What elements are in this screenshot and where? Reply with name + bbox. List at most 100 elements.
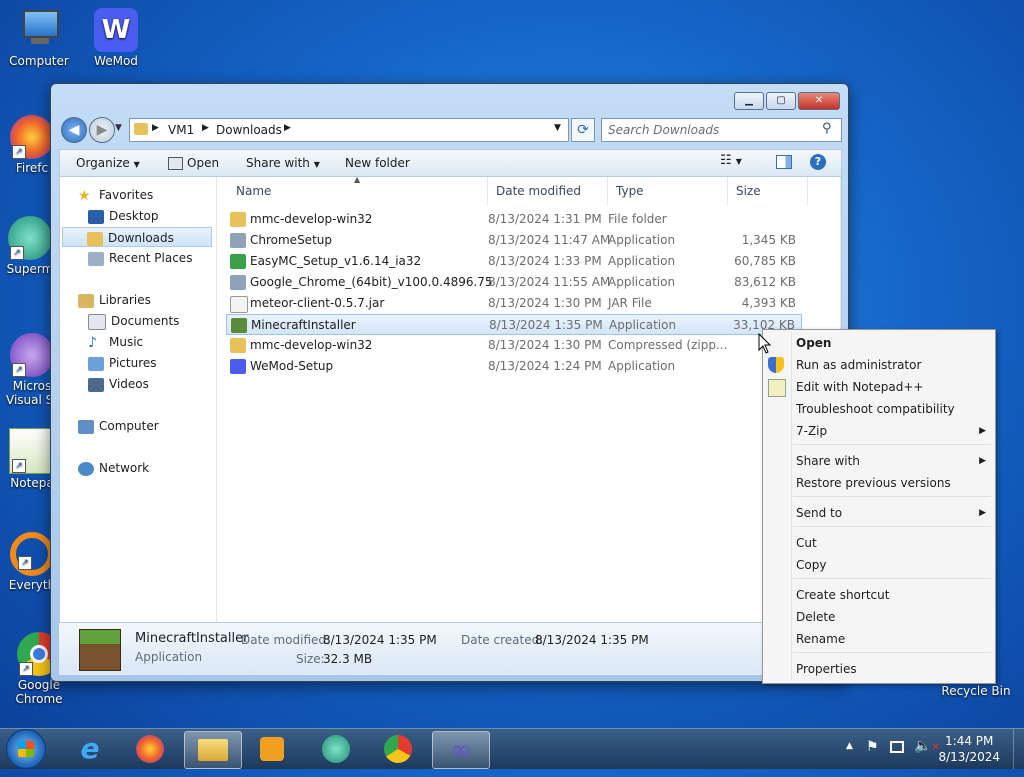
new-folder-button[interactable]: New folder (345, 156, 410, 170)
menu-item-properties[interactable]: Properties (796, 659, 986, 679)
file-date: 8/13/2024 11:55 AM (488, 275, 611, 289)
file-type: Application (608, 359, 676, 373)
menu-item-run-as-administrator[interactable]: Run as administrator (796, 355, 986, 375)
nav-desktop[interactable]: Desktop (88, 206, 159, 226)
chrome-icon (384, 735, 412, 763)
menu-item-copy[interactable]: Copy (796, 555, 986, 575)
show-desktop-button[interactable] (1013, 729, 1024, 769)
menu-item-create-shortcut[interactable]: Create shortcut (796, 585, 986, 605)
file-row[interactable]: mmc-develop-win32 8/13/2024 1:30 PM Compre… (226, 335, 802, 356)
back-button[interactable]: ◀ (61, 117, 87, 143)
navigation-bar: ◀ ▶ ▼ ▶ VM1 ▶ Downloads ▶ ▼ ⟳ Search Dow… (59, 116, 842, 143)
file-row[interactable]: Google_Chrome_(64bit)_v100.0.4896.75 8/13… (226, 272, 802, 293)
menu-item-send-to[interactable]: Send to ▶ (796, 503, 986, 523)
nav-network[interactable]: Network (78, 458, 149, 478)
clock-time: 1:44 PM (945, 734, 994, 748)
breadcrumb-separator: ▶ (202, 123, 209, 133)
search-input[interactable]: Search Downloads ⚲ (601, 118, 842, 142)
nav-recent-places[interactable]: Recent Places (88, 248, 192, 268)
organize-button[interactable]: Organize ▼ (76, 156, 140, 170)
breadcrumb-downloads[interactable]: Downloads (216, 123, 282, 137)
menu-item-rename[interactable]: Rename (796, 629, 986, 649)
file-icon (230, 296, 248, 313)
nav-label: Downloads (108, 231, 174, 245)
pictures-icon (88, 356, 104, 371)
menu-item-share-with[interactable]: Share with ▶ (796, 451, 986, 471)
start-button[interactable] (6, 729, 46, 769)
nav-music[interactable]: ♪ Music (88, 332, 143, 352)
column-label: Type (616, 184, 644, 198)
details-date-modified: 8/13/2024 1:35 PM (323, 633, 437, 647)
menu-item-open[interactable]: Open (796, 333, 986, 353)
menu-item-edit-with-notepad[interactable]: Edit with Notepad++ (796, 377, 986, 397)
nav-computer[interactable]: Computer (78, 416, 159, 436)
network-tray-icon[interactable] (890, 741, 904, 753)
videos-icon (88, 377, 104, 392)
wemod-icon: W (94, 8, 138, 52)
action-center-flag-icon[interactable]: ⚑ (866, 739, 879, 755)
refresh-button[interactable]: ⟳ (571, 118, 595, 142)
details-size: 32.3 MB (323, 652, 373, 666)
preview-pane-icon[interactable] (776, 155, 792, 169)
view-options-icon[interactable]: ☷ ▼ (720, 153, 742, 168)
taskbar-chrome[interactable] (370, 731, 426, 767)
folder-icon (134, 123, 148, 135)
nav-documents[interactable]: Documents (88, 311, 179, 331)
column-header-type[interactable]: Type (608, 177, 728, 205)
explorer-window: ▁ ▢ ✕ ◀ ▶ ▼ ▶ VM1 ▶ Downloads ▶ ▼ ⟳ Sear… (50, 83, 849, 682)
nav-pictures[interactable]: Pictures (88, 353, 157, 373)
close-button[interactable]: ✕ (798, 92, 840, 110)
breadcrumb-vm1[interactable]: VM1 (168, 123, 194, 137)
taskbar-wemod-helper[interactable]: ∞ (432, 731, 490, 769)
nav-downloads[interactable]: Downloads (62, 227, 212, 247)
menu-item-7zip[interactable]: 7-Zip ▶ (796, 421, 986, 441)
file-row[interactable]: meteor-client-0.5.7.jar 8/13/2024 1:30 PM… (226, 293, 802, 314)
taskbar-supermium[interactable] (308, 731, 364, 767)
nav-videos[interactable]: Videos (88, 374, 149, 394)
menu-item-restore-previous-versions[interactable]: Restore previous versions (796, 473, 986, 493)
folder-icon (230, 212, 246, 227)
file-row[interactable]: mmc-develop-win32 8/13/2024 1:31 PM File f… (226, 209, 802, 230)
menu-item-delete[interactable]: Delete (796, 607, 986, 627)
volume-muted-icon[interactable]: 🔈✕ (914, 738, 940, 754)
menu-item-troubleshoot-compatibility[interactable]: Troubleshoot compatibility (796, 399, 986, 419)
column-header-size[interactable]: Size (728, 177, 808, 205)
address-dropdown-button[interactable]: ▼ (554, 123, 561, 133)
file-size: 83,612 KB (734, 275, 796, 289)
column-label: Size (736, 184, 761, 198)
windows-logo-icon (18, 741, 34, 757)
menu-separator (793, 652, 991, 653)
taskbar-clock[interactable]: 1:44 PM 8/13/2024 (938, 733, 1000, 765)
libraries-icon (78, 293, 94, 308)
taskbar-internet-explorer[interactable]: e (62, 731, 118, 767)
file-row[interactable]: WeMod-Setup 8/13/2024 1:24 PM Application (226, 356, 802, 377)
taskbar-file-explorer[interactable] (184, 731, 242, 769)
organize-label: Organize (76, 156, 130, 170)
help-icon[interactable]: ? (810, 154, 826, 170)
navigation-pane: ★ Favorites Desktop Downloads Recent Plac… (60, 177, 217, 623)
file-row[interactable]: MinecraftInstaller 8/13/2024 1:35 PM Appli… (226, 314, 802, 335)
address-bar[interactable]: ▶ VM1 ▶ Downloads ▶ ▼ (129, 118, 569, 142)
menu-label: Send to (796, 506, 843, 520)
nav-favorites[interactable]: ★ Favorites (78, 185, 153, 205)
show-hidden-icons-button[interactable]: ▲ (846, 741, 853, 751)
forward-button[interactable]: ▶ (89, 117, 115, 143)
share-with-button[interactable]: Share with ▼ (246, 156, 320, 170)
maximize-button[interactable]: ▢ (766, 92, 796, 110)
file-size: 1,345 KB (741, 233, 796, 247)
column-header-date[interactable]: Date modified (488, 177, 608, 205)
computer-icon (78, 419, 94, 434)
open-button[interactable]: Open (168, 156, 219, 170)
file-size: 60,785 KB (734, 254, 796, 268)
nav-libraries[interactable]: Libraries (78, 290, 151, 310)
desktop-icon-wemod[interactable]: W WeMod (78, 8, 154, 68)
recent-pages-dropdown[interactable]: ▼ (115, 123, 122, 133)
minimize-button[interactable]: ▁ (734, 92, 764, 110)
desktop-icon-computer[interactable]: Computer (1, 8, 77, 68)
file-row[interactable]: EasyMC_Setup_v1.6.14_ia32 8/13/2024 1:33 … (226, 251, 802, 272)
menu-item-cut[interactable]: Cut (796, 533, 986, 553)
file-row[interactable]: ChromeSetup 8/13/2024 11:47 AM Application… (226, 230, 802, 251)
submenu-arrow-icon: ▶ (979, 508, 986, 518)
taskbar-firefox[interactable] (122, 731, 178, 767)
taskbar-media-player[interactable] (244, 731, 300, 767)
